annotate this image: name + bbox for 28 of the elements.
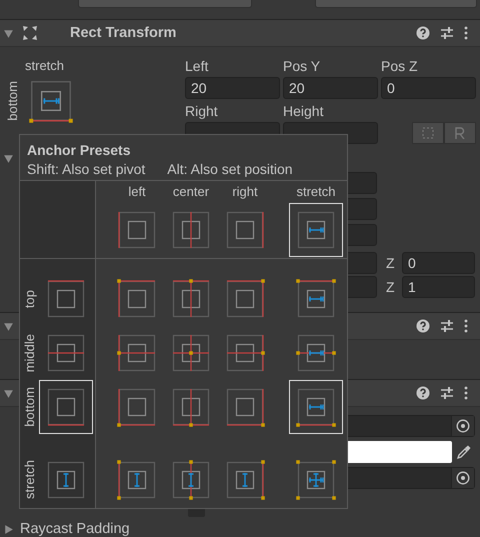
field-label: Pos Z — [381, 58, 419, 74]
anchor-label: bottom — [5, 81, 20, 121]
number-field[interactable]: 20 — [185, 77, 280, 99]
component-header[interactable]: Rect Transform — [0, 19, 480, 47]
number-field[interactable]: 1 — [402, 276, 475, 298]
number-field[interactable]: 0 — [381, 77, 476, 99]
hint-text: Shift: Also set pivot — [27, 161, 146, 177]
anchor-label: stretch — [25, 58, 66, 73]
foldout-label[interactable]: Raycast Padding — [20, 521, 130, 537]
number-field[interactable]: 0 — [402, 252, 475, 274]
row-label: top — [21, 290, 38, 308]
number-field[interactable]: 20 — [283, 77, 378, 99]
field-label: Pos Y — [283, 58, 322, 74]
field-label: Z — [386, 255, 396, 271]
component-title: Rect Transform — [70, 25, 176, 41]
field-label: Right — [185, 102, 219, 118]
popup-title: Anchor Presets — [27, 142, 132, 158]
field-label: Height — [283, 102, 324, 118]
row-label: stretch — [21, 460, 38, 500]
column-label: stretch — [296, 183, 336, 201]
row-label: middle — [21, 334, 38, 372]
hint-text: Alt: Also set position — [167, 161, 293, 177]
column-label: center — [172, 183, 210, 201]
field-label: Z — [386, 279, 396, 295]
field-label: Left — [185, 58, 210, 74]
column-label: right — [232, 183, 258, 201]
column-label: left — [128, 183, 146, 201]
row-label: bottom — [21, 387, 38, 427]
